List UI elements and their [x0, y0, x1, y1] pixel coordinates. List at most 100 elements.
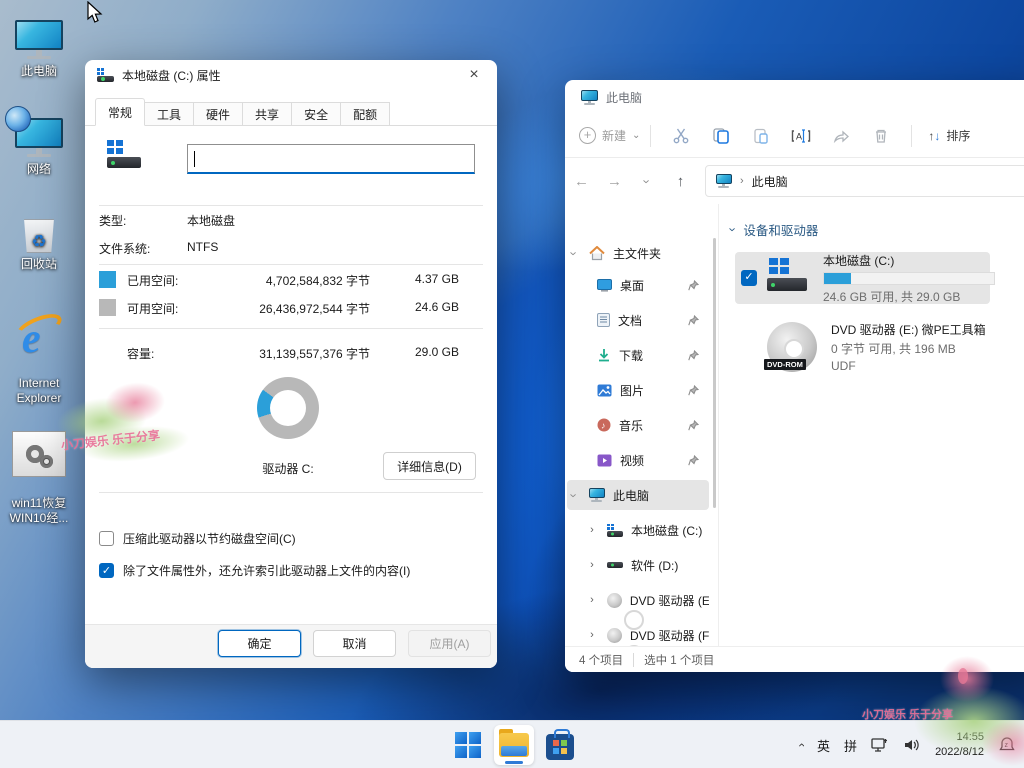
taskbar-file-explorer[interactable]: [494, 725, 534, 765]
taskbar-center: [448, 721, 580, 768]
free-legend-swatch: [99, 299, 116, 316]
sort-icon: ↑↓: [928, 129, 940, 143]
compress-checkbox[interactable]: [99, 531, 114, 546]
gears-icon: [0, 431, 78, 477]
dvd-e-item[interactable]: DVD-ROM DVD 驱动器 (E:) 微PE工具箱 0 字节 可用, 共 1…: [735, 316, 990, 378]
volume-name-input[interactable]: [187, 144, 475, 174]
section-devices-and-drives[interactable]: › 设备和驱动器: [731, 220, 818, 239]
pin-icon: [688, 385, 699, 396]
apply-button[interactable]: 应用(A): [408, 630, 491, 657]
tab-sharing[interactable]: 共享: [243, 102, 292, 126]
explorer-sidebar: › 主文件夹 桌面 文档 下载: [565, 204, 715, 646]
dialog-title: 本地磁盘 (C:) 属性: [122, 67, 221, 84]
ime-language-en[interactable]: 英: [817, 736, 830, 755]
sidebar-item-label: 图片: [620, 382, 644, 399]
taskbar-store[interactable]: [540, 725, 580, 765]
forward-icon[interactable]: →: [598, 173, 631, 190]
sort-button[interactable]: ↑↓ 排序: [928, 127, 970, 144]
this-pc-icon: [589, 488, 605, 502]
desktop-icon-recycle-bin[interactable]: ♻ 回收站: [0, 207, 78, 272]
sidebar-item-desktop[interactable]: 桌面: [567, 270, 709, 300]
drive-c-icon: [607, 524, 623, 537]
drive-caption: 24.6 GB 可用, 共 29.0 GB: [823, 288, 995, 305]
details-button[interactable]: 详细信息(D): [383, 452, 476, 480]
new-button[interactable]: + 新建 ⌄: [579, 127, 640, 144]
dialog-titlebar[interactable]: 本地磁盘 (C:) 属性: [85, 60, 497, 90]
notification-bell-icon[interactable]: z: [998, 736, 1016, 754]
explorer-toolbar: + 新建 ⌄ A ↑↓: [565, 114, 1024, 158]
text-caret: [194, 151, 195, 167]
tab-general[interactable]: 常规: [95, 98, 145, 126]
paste-button[interactable]: [741, 127, 781, 145]
sidebar-item-documents[interactable]: 文档: [567, 305, 709, 335]
hidden-icons-chevron[interactable]: ›: [794, 743, 808, 747]
close-icon[interactable]: ×: [455, 62, 493, 88]
sidebar-item-videos[interactable]: 视频: [567, 445, 709, 475]
up-icon[interactable]: ↑: [664, 173, 697, 190]
sidebar-item-downloads[interactable]: 下载: [567, 340, 709, 370]
tab-hardware[interactable]: 硬件: [194, 102, 243, 126]
dvd-rom-icon: DVD-ROM: [767, 322, 817, 372]
sidebar-item-drive-d[interactable]: › 软件 (D:): [567, 550, 709, 580]
drive-caption: 0 字节 可用, 共 196 MB: [831, 340, 986, 357]
back-icon[interactable]: ←: [565, 173, 598, 190]
network-icon[interactable]: [871, 737, 889, 753]
sidebar-item-music[interactable]: ♪ 音乐: [567, 410, 709, 440]
filesystem-value: NTFS: [187, 240, 218, 257]
tray-time: 14:55: [935, 730, 984, 745]
selected-checkbox[interactable]: ✓: [741, 270, 757, 286]
explorer-title: 此电脑: [606, 89, 642, 106]
index-checkbox-row[interactable]: ✓ 除了文件属性外，还允许索引此驱动器上文件的内容(I): [99, 562, 410, 579]
sidebar-item-label: 文档: [618, 312, 642, 329]
sidebar-item-home[interactable]: › 主文件夹: [567, 238, 709, 268]
volume-disk-icon: [107, 140, 141, 172]
music-icon: ♪: [597, 418, 611, 432]
cut-button[interactable]: [661, 127, 701, 145]
desktop-icon-ie[interactable]: e Internet Explorer: [0, 296, 78, 421]
address-bar[interactable]: › 此电脑: [705, 165, 1024, 197]
copy-button[interactable]: [701, 127, 741, 145]
recent-chevron-icon[interactable]: ›: [631, 174, 664, 189]
drive-c-item[interactable]: ✓ 本地磁盘 (C:) 24.6 GB 可用, 共 29.0 GB: [735, 252, 990, 304]
desktop-icon-network[interactable]: 网络: [0, 112, 78, 177]
dvd-icon: [607, 593, 622, 608]
ok-button[interactable]: 确定: [218, 630, 301, 657]
taskbar-clock[interactable]: 14:55 2022/8/12: [935, 730, 984, 760]
mouse-cursor: [86, 1, 104, 25]
desktop-icon-label: 回收站: [0, 257, 78, 272]
cancel-button[interactable]: 取消: [313, 630, 396, 657]
compress-checkbox-row[interactable]: 压缩此驱动器以节约磁盘空间(C): [99, 530, 296, 547]
breadcrumb-this-pc[interactable]: 此电脑: [752, 173, 788, 190]
volume-icon[interactable]: [903, 737, 921, 753]
sidebar-item-label: 桌面: [620, 277, 644, 294]
desktop-icon-win11-restore[interactable]: win11恢复 WIN10经...: [0, 416, 78, 541]
sidebar-divider: [718, 204, 719, 646]
tray-date: 2022/8/12: [935, 745, 984, 760]
share-icon: [832, 127, 850, 145]
index-checkbox[interactable]: ✓: [99, 563, 114, 578]
tab-security[interactable]: 安全: [292, 102, 341, 126]
recycle-bin-icon: ♻: [0, 207, 78, 253]
sidebar-item-dvd-f[interactable]: › DVD 驱动器 (F: [567, 620, 709, 646]
sidebar-item-pictures[interactable]: 图片: [567, 375, 709, 405]
sidebar-item-label: 本地磁盘 (C:): [631, 522, 702, 539]
delete-button[interactable]: [861, 127, 901, 145]
desktop-icon-this-pc[interactable]: 此电脑: [0, 14, 78, 79]
desktop: 此电脑 网络 ♻ 回收站 e Internet Explorer win11恢复…: [0, 0, 1024, 768]
windows-logo-icon: [455, 732, 481, 758]
sidebar-item-drive-c[interactable]: › 本地磁盘 (C:): [567, 515, 709, 545]
ime-language-pinyin[interactable]: 拼: [844, 736, 857, 755]
sidebar-item-this-pc[interactable]: › 此电脑: [567, 480, 709, 510]
chevron-down-icon: ⌄: [632, 130, 640, 141]
tab-tools[interactable]: 工具: [145, 102, 194, 126]
divider: [99, 328, 483, 329]
drive-filesystem: UDF: [831, 359, 986, 373]
rename-button[interactable]: A: [781, 127, 821, 145]
pin-icon: [688, 280, 699, 291]
tab-quota[interactable]: 配额: [341, 102, 390, 126]
sidebar-item-dvd-e[interactable]: › DVD 驱动器 (E: [567, 585, 709, 615]
sidebar-scrollbar[interactable]: [713, 238, 716, 508]
explorer-titlebar[interactable]: 此电脑: [565, 80, 1024, 114]
start-button[interactable]: [448, 725, 488, 765]
share-button[interactable]: [821, 127, 861, 145]
